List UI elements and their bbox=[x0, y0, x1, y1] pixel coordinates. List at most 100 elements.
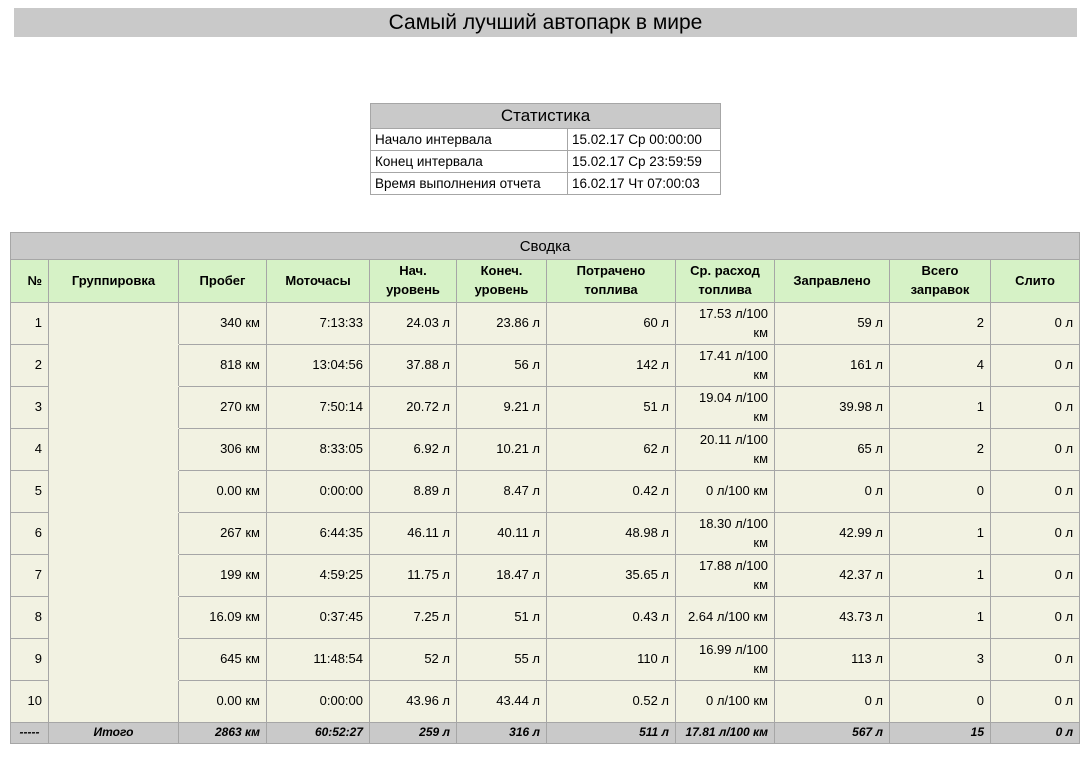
summary-cell: 2 bbox=[11, 345, 49, 387]
stats-label: Время выполнения отчета bbox=[371, 173, 568, 195]
summary-cell: 8.47 л bbox=[457, 471, 547, 513]
summary-cell: 9 bbox=[11, 639, 49, 681]
summary-cell: 4 bbox=[890, 345, 991, 387]
table-row: 6267 км6:44:3546.11 л40.11 л48.98 л18.30… bbox=[11, 513, 1080, 555]
summary-cell: 818 км bbox=[179, 345, 267, 387]
summary-cell: 4 bbox=[11, 429, 49, 471]
summary-cell: 3 bbox=[890, 639, 991, 681]
column-header: Конеч. уровень bbox=[457, 260, 547, 303]
table-row: 1340 км7:13:3324.03 л23.86 л60 л17.53 л/… bbox=[11, 303, 1080, 345]
summary-cell: 17.41 л/100 км bbox=[676, 345, 775, 387]
total-cell: 567 л bbox=[775, 723, 890, 744]
table-row: 50.00 км0:00:008.89 л8.47 л0.42 л0 л/100… bbox=[11, 471, 1080, 513]
summary-title: Сводка bbox=[11, 233, 1080, 260]
total-cell: 60:52:27 bbox=[267, 723, 370, 744]
summary-cell: 0 л bbox=[775, 471, 890, 513]
summary-cell: 0 л bbox=[991, 471, 1080, 513]
total-cell: 511 л bbox=[547, 723, 676, 744]
summary-cell: 0:00:00 bbox=[267, 471, 370, 513]
group-cell bbox=[49, 303, 179, 345]
report-title-bar: Самый лучший автопарк в мире bbox=[14, 8, 1077, 37]
summary-cell: 0.00 км bbox=[179, 471, 267, 513]
summary-cell: 43.44 л bbox=[457, 681, 547, 723]
summary-cell: 18.47 л bbox=[457, 555, 547, 597]
summary-cell: 8:33:05 bbox=[267, 429, 370, 471]
summary-cell: 199 км bbox=[179, 555, 267, 597]
summary-cell: 9.21 л bbox=[457, 387, 547, 429]
summary-cell: 8.89 л bbox=[370, 471, 457, 513]
summary-cell: 2.64 л/100 км bbox=[676, 597, 775, 639]
summary-cell: 8 bbox=[11, 597, 49, 639]
summary-cell: 6 bbox=[11, 513, 49, 555]
summary-cell: 60 л bbox=[547, 303, 676, 345]
stats-label: Конец интервала bbox=[371, 151, 568, 173]
group-cell bbox=[49, 597, 179, 639]
summary-cell: 37.88 л bbox=[370, 345, 457, 387]
report-title: Самый лучший автопарк в мире bbox=[389, 8, 703, 37]
table-row: 2818 км13:04:5637.88 л56 л142 л17.41 л/1… bbox=[11, 345, 1080, 387]
table-row: 9645 км11:48:5452 л55 л110 л16.99 л/100 … bbox=[11, 639, 1080, 681]
group-cell bbox=[49, 387, 179, 429]
summary-cell: 51 л bbox=[547, 387, 676, 429]
table-row: 7199 км4:59:2511.75 л18.47 л35.65 л17.88… bbox=[11, 555, 1080, 597]
summary-cell: 35.65 л bbox=[547, 555, 676, 597]
stats-value: 15.02.17 Ср 23:59:59 bbox=[568, 151, 721, 173]
summary-cell: 0 bbox=[890, 471, 991, 513]
summary-cell: 11.75 л bbox=[370, 555, 457, 597]
summary-cell: 13:04:56 bbox=[267, 345, 370, 387]
summary-cell: 52 л bbox=[370, 639, 457, 681]
summary-cell: 267 км bbox=[179, 513, 267, 555]
summary-cell: 10 bbox=[11, 681, 49, 723]
summary-cell: 59 л bbox=[775, 303, 890, 345]
total-cell: Итого bbox=[49, 723, 179, 744]
stats-row: Время выполнения отчета16.02.17 Чт 07:00… bbox=[371, 173, 721, 195]
summary-cell: 1 bbox=[890, 597, 991, 639]
total-cell: 2863 км bbox=[179, 723, 267, 744]
summary-cell: 51 л bbox=[457, 597, 547, 639]
summary-cell: 7:13:33 bbox=[267, 303, 370, 345]
summary-cell: 161 л bbox=[775, 345, 890, 387]
summary-cell: 42.37 л bbox=[775, 555, 890, 597]
summary-cell: 0.52 л bbox=[547, 681, 676, 723]
summary-cell: 3 bbox=[11, 387, 49, 429]
stats-value: 16.02.17 Чт 07:00:03 bbox=[568, 173, 721, 195]
summary-cell: 48.98 л bbox=[547, 513, 676, 555]
column-header: Потрачено топлива bbox=[547, 260, 676, 303]
column-header: Заправлено bbox=[775, 260, 890, 303]
summary-cell: 7.25 л bbox=[370, 597, 457, 639]
column-header: Пробег bbox=[179, 260, 267, 303]
stats-label: Начало интервала bbox=[371, 129, 568, 151]
stats-value: 15.02.17 Ср 00:00:00 bbox=[568, 129, 721, 151]
summary-cell: 11:48:54 bbox=[267, 639, 370, 681]
stats-table: Статистика Начало интервала15.02.17 Ср 0… bbox=[370, 103, 721, 195]
stats-row: Начало интервала15.02.17 Ср 00:00:00 bbox=[371, 129, 721, 151]
summary-cell: 0 л bbox=[991, 387, 1080, 429]
group-cell bbox=[49, 639, 179, 681]
summary-cell: 1 bbox=[890, 513, 991, 555]
summary-cell: 62 л bbox=[547, 429, 676, 471]
summary-cell: 16.99 л/100 км bbox=[676, 639, 775, 681]
summary-cell: 17.88 л/100 км bbox=[676, 555, 775, 597]
summary-cell: 16.09 км bbox=[179, 597, 267, 639]
summary-cell: 39.98 л bbox=[775, 387, 890, 429]
column-header: Моточасы bbox=[267, 260, 370, 303]
summary-cell: 4:59:25 bbox=[267, 555, 370, 597]
summary-cell: 0 л bbox=[991, 639, 1080, 681]
column-header: Группировка bbox=[49, 260, 179, 303]
summary-cell: 42.99 л bbox=[775, 513, 890, 555]
summary-cell: 6:44:35 bbox=[267, 513, 370, 555]
summary-cell: 0 л bbox=[991, 597, 1080, 639]
summary-cell: 10.21 л bbox=[457, 429, 547, 471]
total-cell: 15 bbox=[890, 723, 991, 744]
group-cell bbox=[49, 471, 179, 513]
summary-cell: 0.43 л bbox=[547, 597, 676, 639]
table-row: 4306 км8:33:056.92 л10.21 л62 л20.11 л/1… bbox=[11, 429, 1080, 471]
summary-cell: 0 л bbox=[991, 513, 1080, 555]
summary-cell: 0 л bbox=[991, 429, 1080, 471]
summary-cell: 142 л bbox=[547, 345, 676, 387]
group-cell bbox=[49, 513, 179, 555]
summary-header-row: №ГруппировкаПробегМоточасыНач. уровеньКо… bbox=[11, 260, 1080, 303]
summary-cell: 65 л bbox=[775, 429, 890, 471]
total-cell: 316 л bbox=[457, 723, 547, 744]
column-header: Слито bbox=[991, 260, 1080, 303]
